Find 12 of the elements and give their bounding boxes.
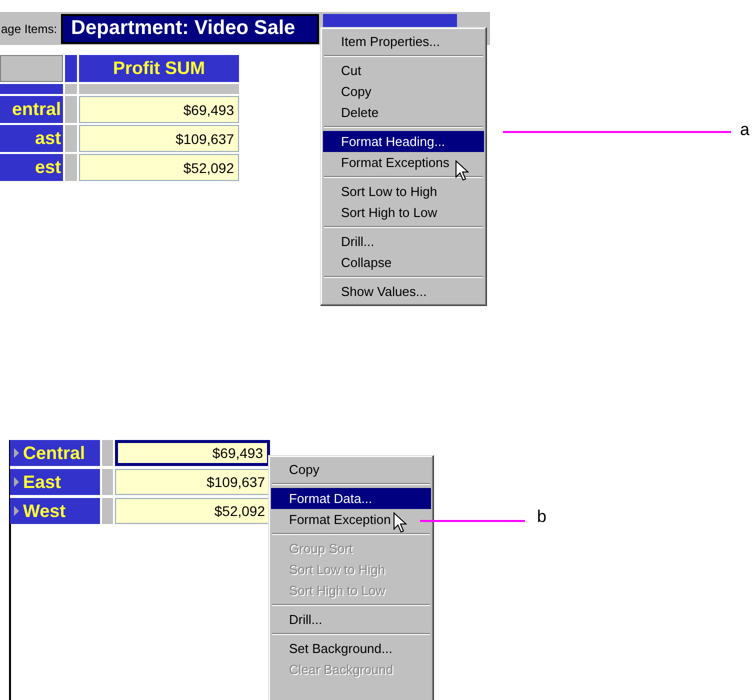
row-label: Central: [23, 442, 86, 464]
data-cell: $69,493: [115, 440, 270, 466]
row-label: West: [23, 500, 66, 522]
data-cell: $109,637: [79, 125, 239, 152]
data-cell: $52,092: [79, 154, 239, 181]
page-items-label: age Items:: [1, 22, 58, 36]
data-cell: $69,493: [79, 96, 239, 123]
callout-label: a: [740, 120, 750, 140]
callout-label: b: [537, 507, 546, 527]
data-cell: $52,092: [115, 498, 270, 524]
data-cell: $109,637: [115, 469, 270, 495]
row-label: East: [23, 472, 62, 492]
